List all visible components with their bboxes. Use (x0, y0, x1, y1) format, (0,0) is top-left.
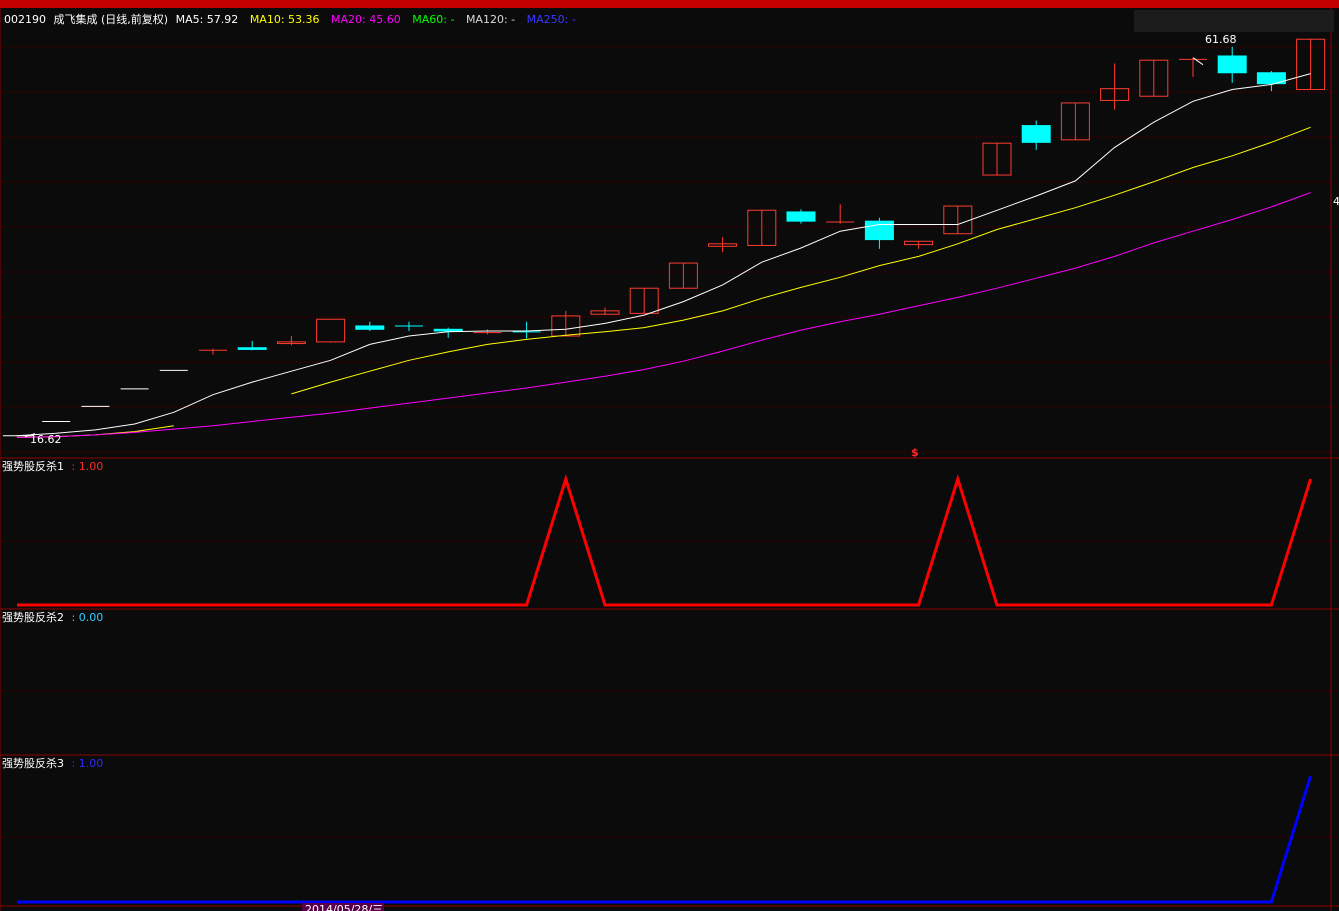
ma-line-ma5 (16, 73, 1311, 437)
ma250-label: MA250: - (527, 13, 576, 26)
indicator-panel-1 (17, 473, 1313, 607)
indicator-1-value: : 1.00 (72, 460, 104, 473)
indicator-3-value: : 1.00 (72, 757, 104, 770)
candle-body (1021, 125, 1051, 143)
candle-body (355, 325, 385, 330)
ma10-label: MA10: 53.36 (250, 13, 320, 26)
ma20-label: MA20: 45.60 (331, 13, 401, 26)
ma120-label: MA120: - (466, 13, 515, 26)
candlestick-panel (3, 38, 1326, 438)
candle-body (786, 211, 816, 222)
ma-line-ma20 (16, 192, 1311, 438)
indicator-3-title: 强势股反杀3 (2, 756, 64, 770)
svg-text:强势股反杀3 : 1.00: 强势股反杀3 : 1.00 (2, 756, 103, 770)
info-box (1134, 10, 1334, 32)
ma5-label: MA5: 57.92 (176, 13, 239, 26)
indicator-1-title: 强势股反杀1 (2, 459, 64, 473)
ma60-label: MA60: - (412, 13, 454, 26)
stock-chart: 002190 成飞集成 (日线,前复权) MA5: 57.92 MA10: 53… (0, 8, 1339, 911)
indicator-1-line (17, 473, 1313, 607)
indicator-3-line (17, 775, 1313, 904)
high-price-label: 61.68 (1205, 33, 1237, 46)
svg-text:强势股反杀1 : 1.00: 强势股反杀1 : 1.00 (2, 459, 103, 473)
high-marker-arrow (1192, 57, 1204, 66)
panel-dividers (0, 8, 1339, 911)
stock-code: 002190 (4, 13, 46, 26)
signal-marker: $ (911, 446, 919, 459)
candle-body (316, 318, 346, 343)
indicator-2-value: : 0.00 (72, 611, 104, 624)
bottom-date-label: 2014/05/28/三 (305, 903, 383, 911)
right-axis-tick: 4 (1333, 195, 1339, 208)
candle-body (237, 347, 267, 350)
low-price-label: 16.62 (30, 433, 62, 446)
candle-body (1217, 55, 1247, 74)
grid-lines (0, 46, 1339, 838)
stock-name: 成飞集成 (54, 12, 98, 26)
indicator-panel-3 (17, 775, 1313, 904)
chart-mode: (日线,前复权) (101, 12, 168, 26)
svg-text:强势股反杀2 : 0.00: 强势股反杀2 : 0.00 (2, 610, 103, 624)
ma-line-ma10 (291, 126, 1311, 395)
svg-text:002190 成飞集成 (日线,前复权): 002190 成飞集成 (日线,前复权) MA5: 57.92 MA10: 53… (4, 12, 576, 26)
candle-body (433, 328, 463, 332)
candle-body (864, 220, 894, 241)
indicator-2-title: 强势股反杀2 (2, 610, 64, 624)
